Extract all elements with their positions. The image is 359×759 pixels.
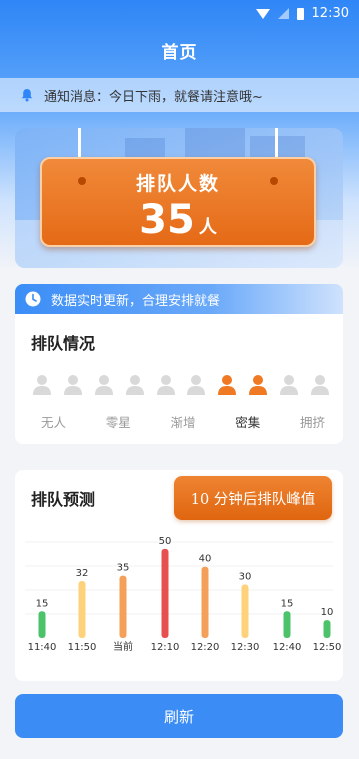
person-icon — [310, 375, 329, 395]
queue-count-unit: 人 — [198, 217, 217, 238]
bar-value-label: 50 — [159, 536, 172, 547]
bar-value-label: 10 — [321, 607, 334, 618]
person-icon — [125, 375, 144, 395]
bar-value-label: 32 — [76, 568, 89, 579]
queue-count-value: 35 人 — [139, 197, 217, 243]
x-tick-label: 12:10 — [151, 642, 180, 653]
bar — [201, 566, 209, 638]
crowd-level-labels: 无人 零星 渐增 密集 拥挤 — [41, 412, 325, 431]
bar — [161, 548, 169, 638]
crowd-level-label: 零星 — [105, 415, 131, 430]
bar-value-label: 15 — [36, 598, 49, 609]
crowd-level-label: 拥挤 — [299, 415, 325, 430]
notice-text: 通知消息：今日下雨，就餐请注意哦~ — [44, 89, 263, 105]
queue-status-card: 排队情况 无人 零星 渐增 密集 拥挤 — [15, 314, 343, 444]
crowd-level-label: 密集 — [235, 415, 261, 430]
clock-icon — [25, 291, 41, 307]
forecast-bar-chart: 15 11:40 32 11:50 35 当前 50 12:10 40 12:20 30 12:30 1… — [25, 536, 342, 653]
bar-value-label: 15 — [281, 598, 294, 609]
x-tick-label: 11:40 — [28, 642, 57, 653]
x-tick-label: 12:30 — [231, 642, 260, 653]
person-icon — [156, 375, 175, 395]
forecast-title: 排队预测 — [31, 490, 96, 509]
peak-forecast-badge: 10 分钟后排队峰值 — [174, 476, 332, 520]
person-icon — [63, 375, 82, 395]
person-icon — [249, 375, 268, 395]
queue-status-title: 排队情况 — [31, 334, 96, 353]
bar-value-label: 35 — [117, 563, 130, 574]
bar — [241, 584, 249, 638]
wifi-icon — [255, 8, 270, 19]
bar — [78, 580, 86, 638]
refresh-button[interactable]: 刷新 — [15, 694, 343, 738]
bar — [323, 620, 331, 638]
battery-icon — [296, 7, 304, 20]
nail-icon — [270, 177, 278, 185]
queue-count-sign: 排队人数 35 人 — [40, 157, 316, 247]
x-tick-label: 12:40 — [273, 642, 302, 653]
bar — [119, 575, 127, 638]
signal-icon — [277, 8, 289, 19]
person-icon — [94, 375, 113, 395]
bar-value-label: 30 — [239, 572, 252, 583]
status-time: 12:30 — [311, 6, 349, 21]
x-tick-label: 12:50 — [313, 642, 342, 653]
crowd-level-label: 无人 — [41, 415, 67, 430]
nail-icon — [78, 177, 86, 185]
x-tick-label: 12:20 — [191, 642, 220, 653]
notice-bar[interactable]: 通知消息：今日下雨，就餐请注意哦~ — [0, 78, 359, 112]
bar — [283, 611, 291, 638]
status-bar: 12:30 — [0, 0, 359, 28]
person-icon — [218, 375, 237, 395]
crowd-level-icons — [31, 374, 331, 396]
page-title: 首页 — [161, 43, 198, 63]
person-icon — [187, 375, 206, 395]
bar — [38, 611, 46, 638]
person-icon — [33, 375, 51, 395]
realtime-banner: 数据实时更新，合理安排就餐 — [15, 284, 343, 314]
x-tick-label: 当前 — [113, 640, 133, 653]
person-icon — [280, 375, 298, 395]
crowd-level-label: 渐增 — [170, 415, 196, 430]
bar-value-label: 40 — [199, 554, 212, 565]
realtime-text: 数据实时更新，合理安排就餐 — [51, 293, 221, 309]
bell-icon — [21, 89, 33, 102]
x-tick-label: 11:50 — [68, 642, 97, 653]
